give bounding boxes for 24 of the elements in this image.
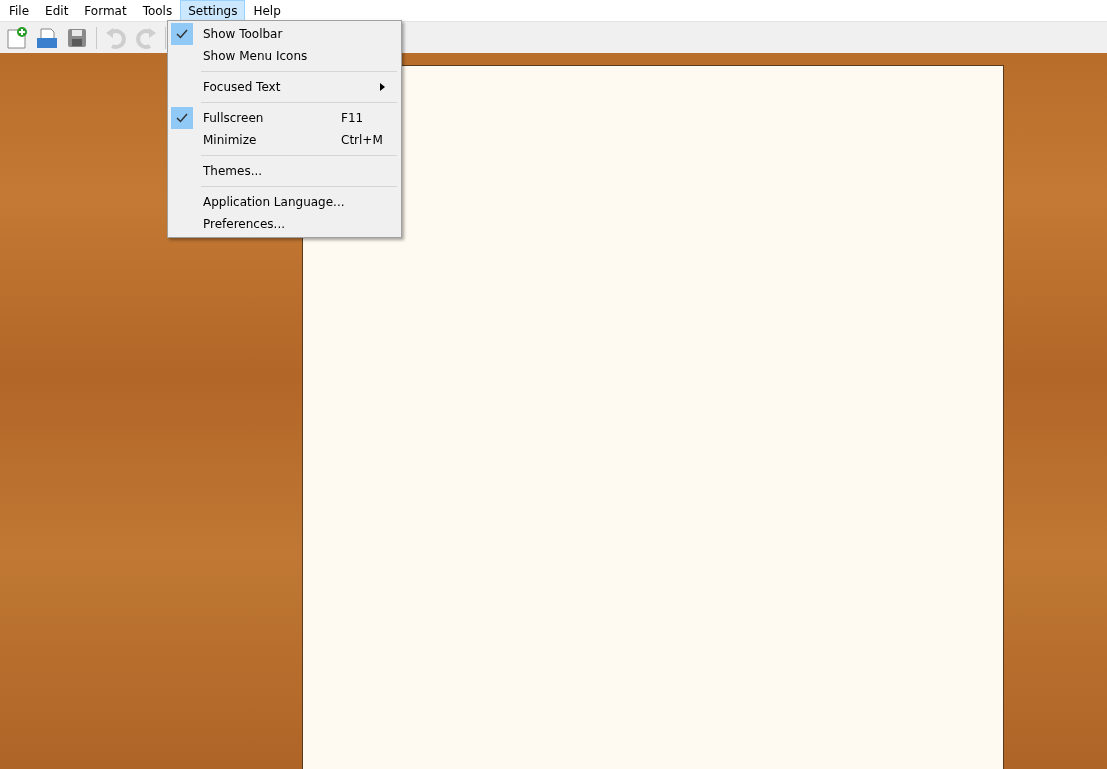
menu-title[interactable]: Settings (180, 0, 246, 21)
menu-title[interactable]: Tools (134, 0, 181, 21)
shortcut-text: Ctrl+M (341, 133, 384, 147)
menu-item[interactable]: Preferences... (203, 217, 399, 231)
menu-item[interactable]: Minimize (203, 133, 341, 147)
redo-icon (134, 25, 158, 50)
menu-item[interactable]: Focused Text (203, 80, 380, 94)
menu-item[interactable]: Show Toolbar (203, 27, 399, 41)
new-document-icon (5, 25, 29, 50)
menu-title[interactable]: File (1, 0, 38, 21)
menu-item[interactable]: Themes... (203, 164, 399, 178)
menu-item[interactable]: Application Language... (203, 195, 399, 209)
menu-title[interactable]: Help (245, 0, 289, 21)
toolbar-button[interactable] (4, 24, 30, 51)
shortcut-text: F11 (341, 111, 365, 125)
menu-item[interactable]: Show Menu Icons (203, 49, 399, 63)
checkmark-icon (176, 113, 188, 123)
menu-title[interactable]: Format (76, 0, 135, 21)
menu-title[interactable]: Edit (37, 0, 77, 21)
menu-item[interactable]: Fullscreen (203, 111, 341, 125)
folder-icon (35, 25, 59, 50)
checkmark-icon (176, 29, 188, 39)
submenu-arrow-icon (380, 83, 385, 91)
undo-icon (104, 25, 128, 50)
